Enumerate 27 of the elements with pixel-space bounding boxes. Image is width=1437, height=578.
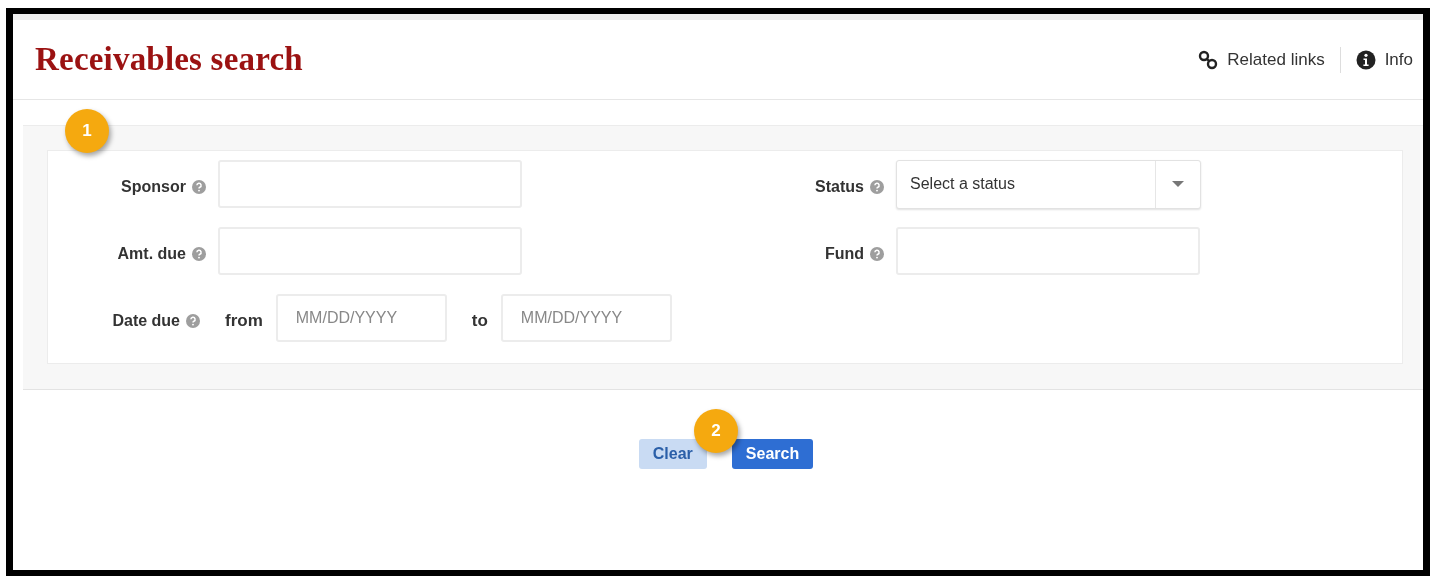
chain-link-icon [1198, 49, 1219, 70]
field-label: Fund [824, 245, 864, 263]
help-icon [870, 247, 884, 261]
field-label: Amt. due [117, 245, 186, 263]
clear-button[interactable]: Clear [638, 439, 707, 469]
info-icon [1355, 49, 1376, 70]
search-button[interactable]: Search [731, 439, 814, 469]
header-link[interactable]: Info [1355, 49, 1413, 70]
help-icon [192, 247, 206, 261]
range-label: from [225, 310, 263, 331]
range-label: to [471, 310, 488, 331]
status-dropdown[interactable]: Select a status [896, 159, 1201, 209]
page-title: Receivables search [35, 41, 303, 78]
field-label: Date due [112, 312, 180, 330]
field-label: Sponsor [121, 178, 186, 196]
date-field[interactable]: MM/DD/YYYY [275, 294, 447, 342]
caret-icon [1172, 181, 1184, 187]
help-icon [870, 180, 884, 194]
help-icon [192, 180, 206, 194]
date-field[interactable]: MM/DD/YYYY [500, 294, 672, 342]
header-link[interactable]: Related links [1198, 49, 1325, 70]
help-icon [186, 314, 200, 328]
link-text[interactable]: Related links [1227, 49, 1325, 70]
step-badge: 2 [694, 409, 738, 453]
step-badge: 1 [65, 109, 109, 153]
link-text[interactable]: Info [1384, 49, 1413, 70]
field-label: Status [815, 178, 864, 196]
